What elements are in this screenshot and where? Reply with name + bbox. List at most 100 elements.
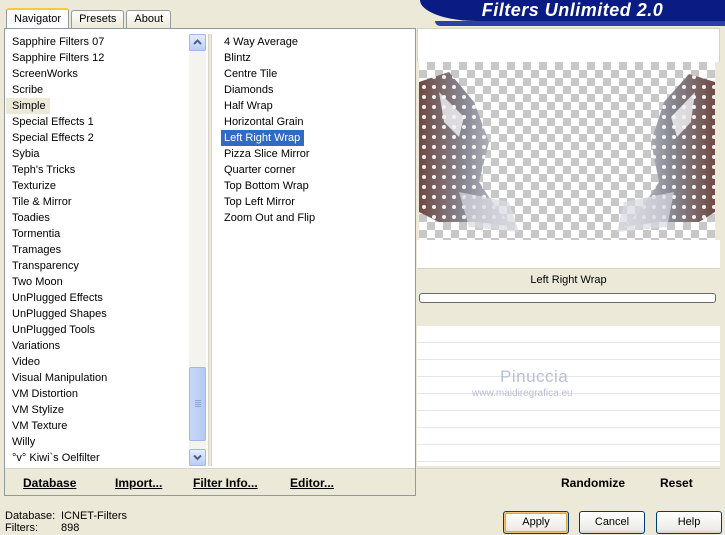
list-divider[interactable] bbox=[208, 34, 212, 466]
filter-item-label: 4 Way Average bbox=[224, 36, 298, 48]
editor-button[interactable]: Editor... bbox=[290, 476, 334, 490]
category-item[interactable]: Texturize bbox=[6, 178, 190, 194]
category-item-label: °v° Kiwi`s Oelfilter bbox=[12, 452, 100, 464]
filter-item[interactable]: Blintz bbox=[216, 50, 412, 66]
category-item[interactable]: Tormentia bbox=[6, 226, 190, 242]
category-item[interactable]: Simple bbox=[6, 98, 190, 114]
filter-item-label: Top Bottom Wrap bbox=[224, 180, 309, 192]
category-item[interactable]: Scribe bbox=[6, 82, 190, 98]
chevron-up-icon bbox=[193, 39, 202, 45]
filter-list[interactable]: 4 Way Average Blintz Centre Tile Diamonds Ha… bbox=[216, 34, 412, 466]
apply-button[interactable]: Apply bbox=[503, 511, 569, 534]
category-item[interactable]: Teph's Tricks bbox=[6, 162, 190, 178]
category-item[interactable]: Tramages bbox=[6, 242, 190, 258]
category-item-label: VM Texture bbox=[12, 420, 68, 432]
filter-item[interactable]: 4 Way Average bbox=[216, 34, 412, 50]
database-label: Database: bbox=[5, 510, 56, 522]
category-item-label: Tramages bbox=[12, 244, 62, 256]
category-item[interactable]: Two Moon bbox=[6, 274, 190, 290]
filter-item-label: Centre Tile bbox=[224, 68, 278, 80]
filter-item[interactable]: Diamonds bbox=[216, 82, 412, 98]
category-item[interactable]: UnPlugged Shapes bbox=[6, 306, 190, 322]
app-banner: Filters Unlimited 2.0 bbox=[420, 0, 725, 21]
category-item-label: Visual Manipulation bbox=[12, 372, 108, 384]
watermark-url: www.maidiregrafica.eu bbox=[472, 388, 573, 399]
import-button[interactable]: Import... bbox=[115, 476, 162, 490]
category-item-label: Teph's Tricks bbox=[12, 164, 76, 176]
param-row bbox=[417, 411, 720, 428]
category-item[interactable]: ScreenWorks bbox=[6, 66, 190, 82]
category-item-label: Two Moon bbox=[12, 276, 63, 288]
category-item[interactable]: Visual Manipulation bbox=[6, 370, 190, 386]
category-item[interactable]: Tile & Mirror bbox=[6, 194, 190, 210]
category-item[interactable]: Video bbox=[6, 354, 190, 370]
navigator-button-bar: Database Import... Filter Info... Editor… bbox=[5, 468, 415, 495]
category-item[interactable]: VM Texture bbox=[6, 418, 190, 434]
status-info: Database: ICNET-Filters Filters: 898 bbox=[5, 510, 127, 534]
filter-item[interactable]: Half Wrap bbox=[216, 98, 412, 114]
right-half-image bbox=[617, 74, 715, 232]
category-item-label: Tormentia bbox=[12, 228, 61, 240]
param-row bbox=[417, 445, 720, 462]
category-item-label: Simple bbox=[6, 98, 50, 114]
preview-panel: Left Right Wrap Pinuccia www.maidiregraf… bbox=[417, 28, 720, 496]
filter-item[interactable]: Zoom Out and Flip bbox=[216, 210, 412, 226]
category-list[interactable]: Sapphire Filters 07 Sapphire Filters 12 Sc… bbox=[6, 34, 190, 466]
category-item[interactable]: °v° Kiwi`s Oelfilter bbox=[6, 450, 190, 466]
category-item[interactable]: VM Distortion bbox=[6, 386, 190, 402]
reset-button[interactable]: Reset bbox=[660, 476, 693, 490]
filter-item[interactable]: Top Bottom Wrap bbox=[216, 178, 412, 194]
scroll-down-button[interactable] bbox=[189, 449, 206, 466]
tab-about[interactable]: About bbox=[126, 10, 172, 28]
category-item[interactable]: Sybia bbox=[6, 146, 190, 162]
category-item-label: UnPlugged Shapes bbox=[12, 308, 107, 320]
category-item[interactable]: Toadies bbox=[6, 210, 190, 226]
param-row bbox=[417, 428, 720, 445]
chevron-down-icon bbox=[193, 454, 202, 461]
category-item-label: VM Stylize bbox=[12, 404, 64, 416]
category-item-label: Willy bbox=[12, 436, 36, 448]
category-item[interactable]: Variations bbox=[6, 338, 190, 354]
database-button[interactable]: Database bbox=[23, 476, 76, 490]
filter-item[interactable]: Left Right Wrap bbox=[216, 130, 412, 146]
category-item-label: Sapphire Filters 07 bbox=[12, 36, 105, 48]
category-item-label: UnPlugged Effects bbox=[12, 292, 103, 304]
scroll-up-button[interactable] bbox=[189, 34, 206, 51]
category-item-label: Sapphire Filters 12 bbox=[12, 52, 105, 64]
category-item[interactable]: Transparency bbox=[6, 258, 190, 274]
help-button[interactable]: Help bbox=[656, 511, 722, 534]
filter-item[interactable]: Quarter corner bbox=[216, 162, 412, 178]
filter-item[interactable]: Top Left Mirror bbox=[216, 194, 412, 210]
category-item[interactable]: UnPlugged Effects bbox=[6, 290, 190, 306]
category-item[interactable]: Special Effects 2 bbox=[6, 130, 190, 146]
database-value: ICNET-Filters bbox=[61, 510, 127, 522]
filter-item[interactable]: Horizontal Grain bbox=[216, 114, 412, 130]
category-item-label: VM Distortion bbox=[12, 388, 79, 400]
scroll-thumb[interactable] bbox=[189, 367, 206, 441]
category-item[interactable]: UnPlugged Tools bbox=[6, 322, 190, 338]
category-item[interactable]: Sapphire Filters 07 bbox=[6, 34, 190, 50]
category-item-label: Variations bbox=[12, 340, 61, 352]
filter-item-label: Pizza Slice Mirror bbox=[224, 148, 310, 160]
category-item[interactable]: Sapphire Filters 12 bbox=[6, 50, 190, 66]
param-row bbox=[417, 343, 720, 360]
tab-navigator[interactable]: Navigator bbox=[6, 8, 70, 29]
filter-item[interactable]: Centre Tile bbox=[216, 66, 412, 82]
randomize-button[interactable]: Randomize bbox=[561, 476, 625, 490]
filter-item-label: Left Right Wrap bbox=[221, 130, 305, 146]
category-scrollbar[interactable] bbox=[189, 34, 206, 466]
cancel-button[interactable]: Cancel bbox=[579, 511, 645, 534]
tab-presets[interactable]: Presets bbox=[71, 10, 125, 28]
category-item[interactable]: Willy bbox=[6, 434, 190, 450]
filter-item-label: Quarter corner bbox=[224, 164, 296, 176]
filter-info-button[interactable]: Filter Info... bbox=[193, 476, 258, 490]
category-item[interactable]: Special Effects 1 bbox=[6, 114, 190, 130]
filter-item-label: Top Left Mirror bbox=[224, 196, 295, 208]
filter-item[interactable]: Pizza Slice Mirror bbox=[216, 146, 412, 162]
preview-header bbox=[417, 28, 720, 62]
category-item[interactable]: VM Stylize bbox=[6, 402, 190, 418]
category-item-label: Toadies bbox=[12, 212, 50, 224]
filter-item-label: Horizontal Grain bbox=[224, 116, 304, 128]
filter-item-label: Blintz bbox=[224, 52, 251, 64]
filter-item-label: Diamonds bbox=[224, 84, 274, 96]
